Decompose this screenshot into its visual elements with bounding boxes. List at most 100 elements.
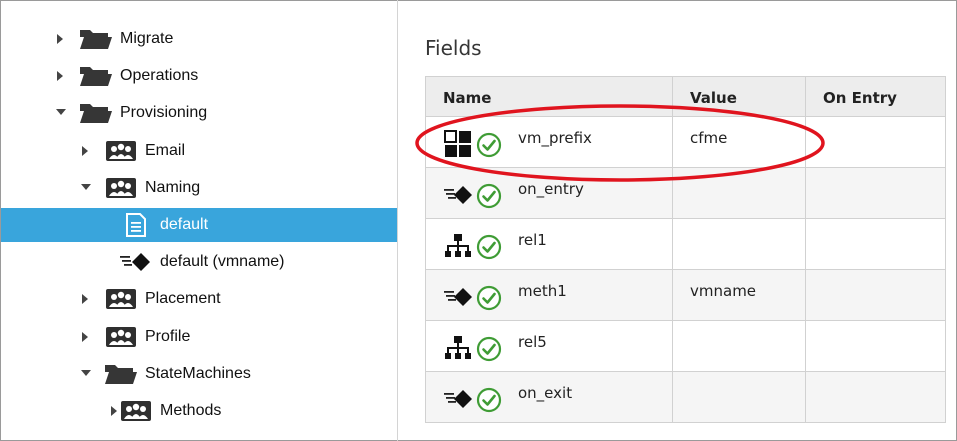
tree-item-migrate[interactable]: Migrate — [1, 22, 397, 56]
table-row[interactable]: vm_prefix cfme — [425, 116, 946, 168]
tree-item-provisioning[interactable]: Provisioning — [1, 96, 397, 130]
name-cell[interactable]: meth1 — [425, 269, 673, 321]
expand-arrow-down-icon[interactable] — [80, 182, 91, 194]
table-row[interactable]: rel1 — [425, 218, 946, 270]
expand-arrow-right-icon[interactable] — [80, 293, 90, 305]
field-name: rel5 — [518, 333, 547, 351]
folder-icon — [104, 362, 138, 386]
relationship-icon — [443, 231, 473, 261]
tree-item-label: Methods — [160, 402, 222, 419]
value-cell — [672, 167, 806, 219]
column-header-on-entry[interactable]: On Entry — [805, 76, 946, 117]
field-on-entry — [806, 117, 945, 129]
tree-item-email[interactable]: Email — [1, 134, 397, 168]
tree-item-label: default — [160, 216, 209, 233]
field-name: meth1 — [518, 282, 567, 300]
column-header-name[interactable]: Name — [425, 76, 673, 117]
class-icon — [119, 399, 153, 423]
on-entry-cell — [805, 116, 946, 168]
tree-item-statemachines[interactable]: StateMachines — [1, 357, 397, 391]
tree-item-default-vmname[interactable]: default (vmname) — [1, 245, 397, 279]
expand-arrow-right-icon[interactable] — [109, 405, 119, 417]
tree-item-default[interactable]: default — [1, 208, 397, 242]
expand-arrow-down-icon[interactable] — [80, 368, 91, 380]
name-cell[interactable]: vm_prefix — [425, 116, 673, 168]
class-icon — [104, 139, 138, 163]
check-icon — [476, 183, 502, 209]
field-name: rel1 — [518, 231, 547, 249]
folder-icon — [79, 27, 113, 51]
on-entry-cell — [805, 218, 946, 270]
expand-arrow-right-icon[interactable] — [55, 70, 65, 82]
tree-item-profile[interactable]: Profile — [1, 320, 397, 354]
value-cell — [672, 218, 806, 270]
expand-arrow-right-icon[interactable] — [80, 331, 90, 343]
tree-item-label: default (vmname) — [160, 253, 285, 271]
tree-item-placement[interactable]: Placement — [1, 282, 397, 316]
attribute-icon — [443, 129, 473, 159]
folder-icon — [79, 101, 113, 125]
value-cell — [672, 371, 806, 423]
on-entry-cell — [805, 167, 946, 219]
tree-item-naming[interactable]: Naming — [1, 171, 397, 205]
check-icon — [476, 387, 502, 413]
field-on-entry — [806, 168, 945, 180]
tree-item-label: Migrate — [120, 30, 174, 47]
expand-arrow-down-icon[interactable] — [55, 107, 66, 119]
folder-icon — [79, 64, 113, 88]
tree-item-label: StateMachines — [145, 364, 251, 382]
tree-item-label: Provisioning — [120, 104, 208, 122]
field-name: on_entry — [518, 180, 584, 198]
tree-item-label: Naming — [145, 178, 201, 196]
tree-item-label: Profile — [145, 327, 191, 345]
name-cell[interactable]: rel1 — [425, 218, 673, 270]
field-value — [673, 372, 805, 384]
field-value: vmname — [690, 282, 757, 300]
method-icon — [443, 282, 473, 312]
instance-icon — [119, 213, 153, 237]
tree-item-label: Email — [145, 141, 186, 159]
field-value: cfme — [690, 129, 728, 147]
fields-header-row: Name Value On Entry — [425, 76, 946, 117]
on-entry-cell — [805, 320, 946, 372]
expand-arrow-right-icon[interactable] — [80, 145, 90, 157]
check-icon — [476, 234, 502, 260]
field-value — [673, 219, 805, 231]
class-icon — [104, 325, 138, 349]
check-icon — [476, 285, 502, 311]
table-row[interactable]: on_exit — [425, 371, 946, 423]
table-row[interactable]: on_entry — [425, 167, 946, 219]
check-icon — [476, 336, 502, 362]
on-entry-cell — [805, 371, 946, 423]
tree-item-methods[interactable]: Methods — [1, 394, 397, 428]
expand-arrow-right-icon[interactable] — [55, 33, 65, 45]
table-row[interactable]: rel5 — [425, 320, 946, 372]
value-cell: vmname — [672, 269, 806, 321]
automate-tree: Migrate Operations Provisioning Email Naming… — [0, 0, 398, 441]
column-header-value[interactable]: Value — [672, 76, 806, 117]
class-icon — [104, 287, 138, 311]
name-cell[interactable]: on_entry — [425, 167, 673, 219]
name-cell[interactable]: rel5 — [425, 320, 673, 372]
tree-item-label: Operations — [120, 67, 199, 85]
method-icon — [119, 250, 153, 274]
field-on-entry — [806, 372, 945, 384]
field-on-entry — [806, 270, 945, 282]
value-cell: cfme — [672, 116, 806, 168]
check-icon — [476, 132, 502, 158]
field-value — [673, 321, 805, 333]
tree-item-operations[interactable]: Operations — [1, 59, 397, 93]
table-row[interactable]: meth1 vmname — [425, 269, 946, 321]
fields-table: Name Value On Entry vm_prefix cfme on_entr… — [425, 76, 946, 423]
field-name: vm_prefix — [518, 129, 592, 147]
tree-item-label: Placement — [145, 290, 221, 308]
value-cell — [672, 320, 806, 372]
fields-title: Fields — [425, 36, 482, 60]
class-icon — [104, 176, 138, 200]
name-cell[interactable]: on_exit — [425, 371, 673, 423]
method-icon — [443, 180, 473, 210]
on-entry-cell — [805, 269, 946, 321]
method-icon — [443, 384, 473, 414]
field-on-entry — [806, 219, 945, 231]
field-name: on_exit — [518, 384, 573, 402]
